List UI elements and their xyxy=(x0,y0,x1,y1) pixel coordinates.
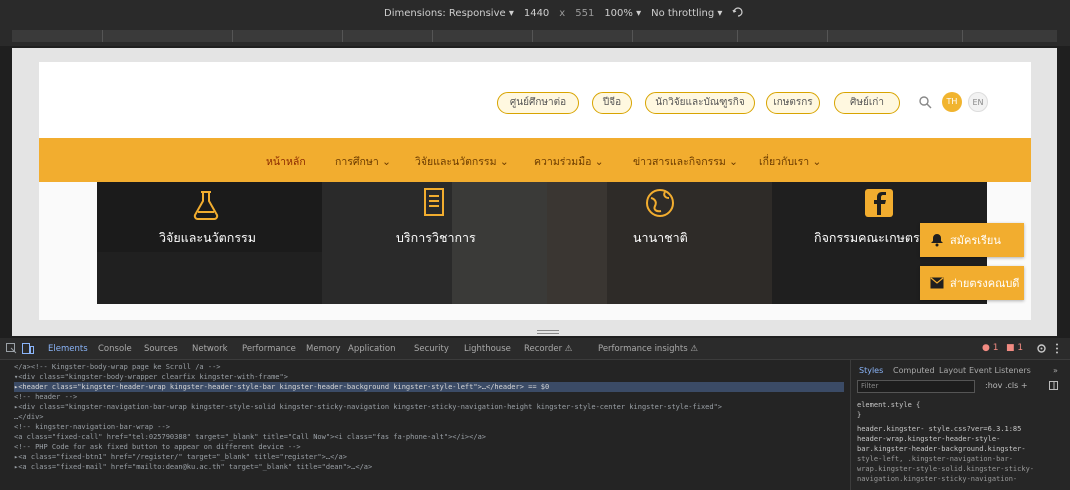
lab-flask-icon xyxy=(193,191,219,220)
tab-network[interactable]: Network xyxy=(192,344,228,354)
tab-more[interactable]: » xyxy=(1053,366,1058,375)
tab-layout[interactable]: Layout xyxy=(939,366,966,375)
warning-count[interactable]: ■ 1 xyxy=(1006,343,1023,353)
search-icon[interactable] xyxy=(918,95,932,109)
tile-research-label: วิจัยและนวัตกรรม xyxy=(159,230,257,245)
tile-international[interactable]: นานาชาติ xyxy=(547,182,772,304)
top-link-farmers[interactable]: เกษตรกร xyxy=(766,92,820,114)
tab-lighthouse[interactable]: Lighthouse xyxy=(464,344,511,354)
media-query-ruler[interactable] xyxy=(12,30,1057,42)
dom-line-selected[interactable]: ▸<header class="kingster-header-wrap kin… xyxy=(14,382,844,392)
dom-line[interactable]: ▸<div class="kingster-navigation-bar-wra… xyxy=(14,402,722,412)
register-label: สมัครเรียน xyxy=(950,234,1001,247)
facebook-icon xyxy=(865,189,893,217)
nav-about[interactable]: เกี่ยวกับเรา ⌄ xyxy=(759,153,821,170)
tab-sources[interactable]: Sources xyxy=(144,344,178,354)
tab-elements[interactable]: Elements xyxy=(48,344,88,354)
nav-home[interactable]: หน้าหลัก xyxy=(266,153,306,170)
devtools-panel: Elements Console Sources Network Perform… xyxy=(0,338,1070,490)
top-link-alumni[interactable]: ศิษย์เก่า xyxy=(834,92,900,114)
responsive-viewport: ศูนย์ศึกษาต่อ ปีจีอ นักวิจัยและบัณฑูรกิจ… xyxy=(12,48,1057,336)
contact-dean-float-button[interactable]: ส่ายตรงคณบดี xyxy=(920,266,1024,300)
dom-line[interactable]: </a><!-- Kingster-body-wrap page ke Scro… xyxy=(14,362,221,372)
style-rule-line: header-wrap.kingster-header-style- xyxy=(857,435,1001,443)
style-rule-line: } xyxy=(857,411,862,419)
lang-th-button[interactable]: TH xyxy=(942,92,962,112)
toggle-sidebar-icon[interactable] xyxy=(1049,381,1058,390)
tile-research[interactable]: วิจัยและนวัตกรรม xyxy=(97,182,322,304)
main-navbar: หน้าหลัก การศึกษา ⌄ วิจัยและนวัตกรรม ⌄ ค… xyxy=(39,138,1031,182)
elements-dom-tree[interactable]: </a><!-- Kingster-body-wrap page ke Scro… xyxy=(14,362,844,490)
tab-application[interactable]: Application xyxy=(348,344,396,354)
top-link-2[interactable]: ปีจีอ xyxy=(592,92,632,114)
envelope-icon xyxy=(930,277,944,289)
style-rule-line[interactable]: header.kingster- style.css?ver=6.3.1:85 xyxy=(857,424,1021,434)
viewport-resize-grip[interactable] xyxy=(537,330,559,334)
top-link-researchers[interactable]: นักวิจัยและบัณฑูรกิจ xyxy=(645,92,755,114)
device-toolbar: Dimensions: Responsive ▾ 1440 x 551 100%… xyxy=(0,0,1070,46)
tab-memory[interactable]: Memory xyxy=(306,344,341,354)
error-count[interactable]: ● 1 xyxy=(982,343,998,353)
register-float-button[interactable]: สมัครเรียน xyxy=(920,223,1024,257)
style-rule-line: style-left, .kingster-navigation-bar- xyxy=(857,455,1013,463)
settings-gear-icon[interactable] xyxy=(1036,343,1047,354)
nav-education[interactable]: การศึกษา ⌄ xyxy=(335,153,391,170)
tile-academic-label: บริการวิชาการ xyxy=(396,230,476,245)
zoom-select[interactable]: 100% ▾ xyxy=(604,8,641,19)
contact-dean-label: ส่ายตรงคณบดี xyxy=(950,277,1020,290)
dom-line[interactable]: <!-- kingster-navigation-bar-wrap --> xyxy=(14,422,170,432)
device-controls: Dimensions: Responsive ▾ 1440 x 551 100%… xyxy=(384,6,744,21)
width-input[interactable]: 1440 xyxy=(524,8,549,19)
tab-performance[interactable]: Performance xyxy=(242,344,296,354)
tile-activities-label: กิจกรรมคณะเกษตร xyxy=(814,230,920,245)
tile-academic-service[interactable]: บริการวิชาการ xyxy=(322,182,547,304)
nav-cooperation[interactable]: ความร่วมมือ ⌄ xyxy=(534,153,604,170)
dom-line[interactable]: <!-- header --> xyxy=(14,392,77,402)
height-input[interactable]: 551 xyxy=(575,8,594,19)
dimensions-select[interactable]: Dimensions: Responsive ▾ xyxy=(384,8,514,19)
nav-news[interactable]: ข่าวสารและกิจกรรม ⌄ xyxy=(633,153,738,170)
dom-line[interactable]: ▾<div class="kingster-body-wrapper clear… xyxy=(14,372,288,382)
throttling-select[interactable]: No throttling ▾ xyxy=(651,8,722,19)
bell-icon xyxy=(931,234,943,247)
styles-controls[interactable]: :hov .cls + xyxy=(985,381,1028,390)
document-list-icon xyxy=(424,188,444,216)
devtools-tabbar: Elements Console Sources Network Perform… xyxy=(0,338,1070,360)
dom-line[interactable]: ▸<a class="fixed-mail" href="mailto:dean… xyxy=(14,462,372,472)
service-tiles: วิจัยและนวัตกรรม บริการวิชาการ นานาชาติ … xyxy=(97,182,987,304)
top-link-study[interactable]: ศูนย์ศึกษาต่อ xyxy=(497,92,579,114)
dom-line[interactable]: …</div> xyxy=(14,412,44,422)
times-sign: x xyxy=(559,8,566,19)
nav-research[interactable]: วิจัยและนวัตกรรม ⌄ xyxy=(415,153,509,170)
tab-performance-insights[interactable]: Performance insights ⚠ xyxy=(598,344,698,354)
styles-filter-input[interactable]: Filter xyxy=(857,380,975,393)
lang-en-button[interactable]: EN xyxy=(968,92,988,112)
tab-security[interactable]: Security xyxy=(414,344,449,354)
dom-line[interactable]: <a class="fixed-call" href="tel:02579038… xyxy=(14,432,486,442)
tab-styles[interactable]: Styles xyxy=(859,366,883,375)
website-page: ศูนย์ศึกษาต่อ ปีจีอ นักวิจัยและบัณฑูรกิจ… xyxy=(39,62,1031,320)
more-options-icon[interactable] xyxy=(1055,343,1059,354)
dom-line[interactable]: <!-- PHP Code for ask fixed button to ap… xyxy=(14,442,301,452)
style-rule-line: element.style { xyxy=(857,401,921,409)
style-rule-line: wrap.kingster-style-solid.kingster-stick… xyxy=(857,465,1035,473)
tab-event-listeners[interactable]: Event Listeners xyxy=(969,366,1031,375)
globe-icon xyxy=(646,189,674,217)
style-rule-line: bar.kingster-header-background.kingster- xyxy=(857,445,1026,453)
inspect-element-icon[interactable] xyxy=(6,343,17,354)
rotate-icon[interactable] xyxy=(732,6,744,21)
styles-pane: Styles Computed Layout Event Listeners »… xyxy=(850,360,1070,490)
tab-recorder[interactable]: Recorder ⚠ xyxy=(524,344,572,354)
style-rule-line: navigation.kingster-sticky-navigation- xyxy=(857,475,1018,483)
tab-computed[interactable]: Computed xyxy=(893,366,935,375)
dom-line[interactable]: ▸<a class="fixed-btn1" href="/register/"… xyxy=(14,452,347,462)
device-toggle-icon[interactable] xyxy=(22,343,34,354)
site-topbar: ศูนย์ศึกษาต่อ ปีจีอ นักวิจัยและบัณฑูรกิจ… xyxy=(39,62,1031,138)
tab-console[interactable]: Console xyxy=(98,344,132,354)
tile-international-label: นานาชาติ xyxy=(633,230,688,245)
